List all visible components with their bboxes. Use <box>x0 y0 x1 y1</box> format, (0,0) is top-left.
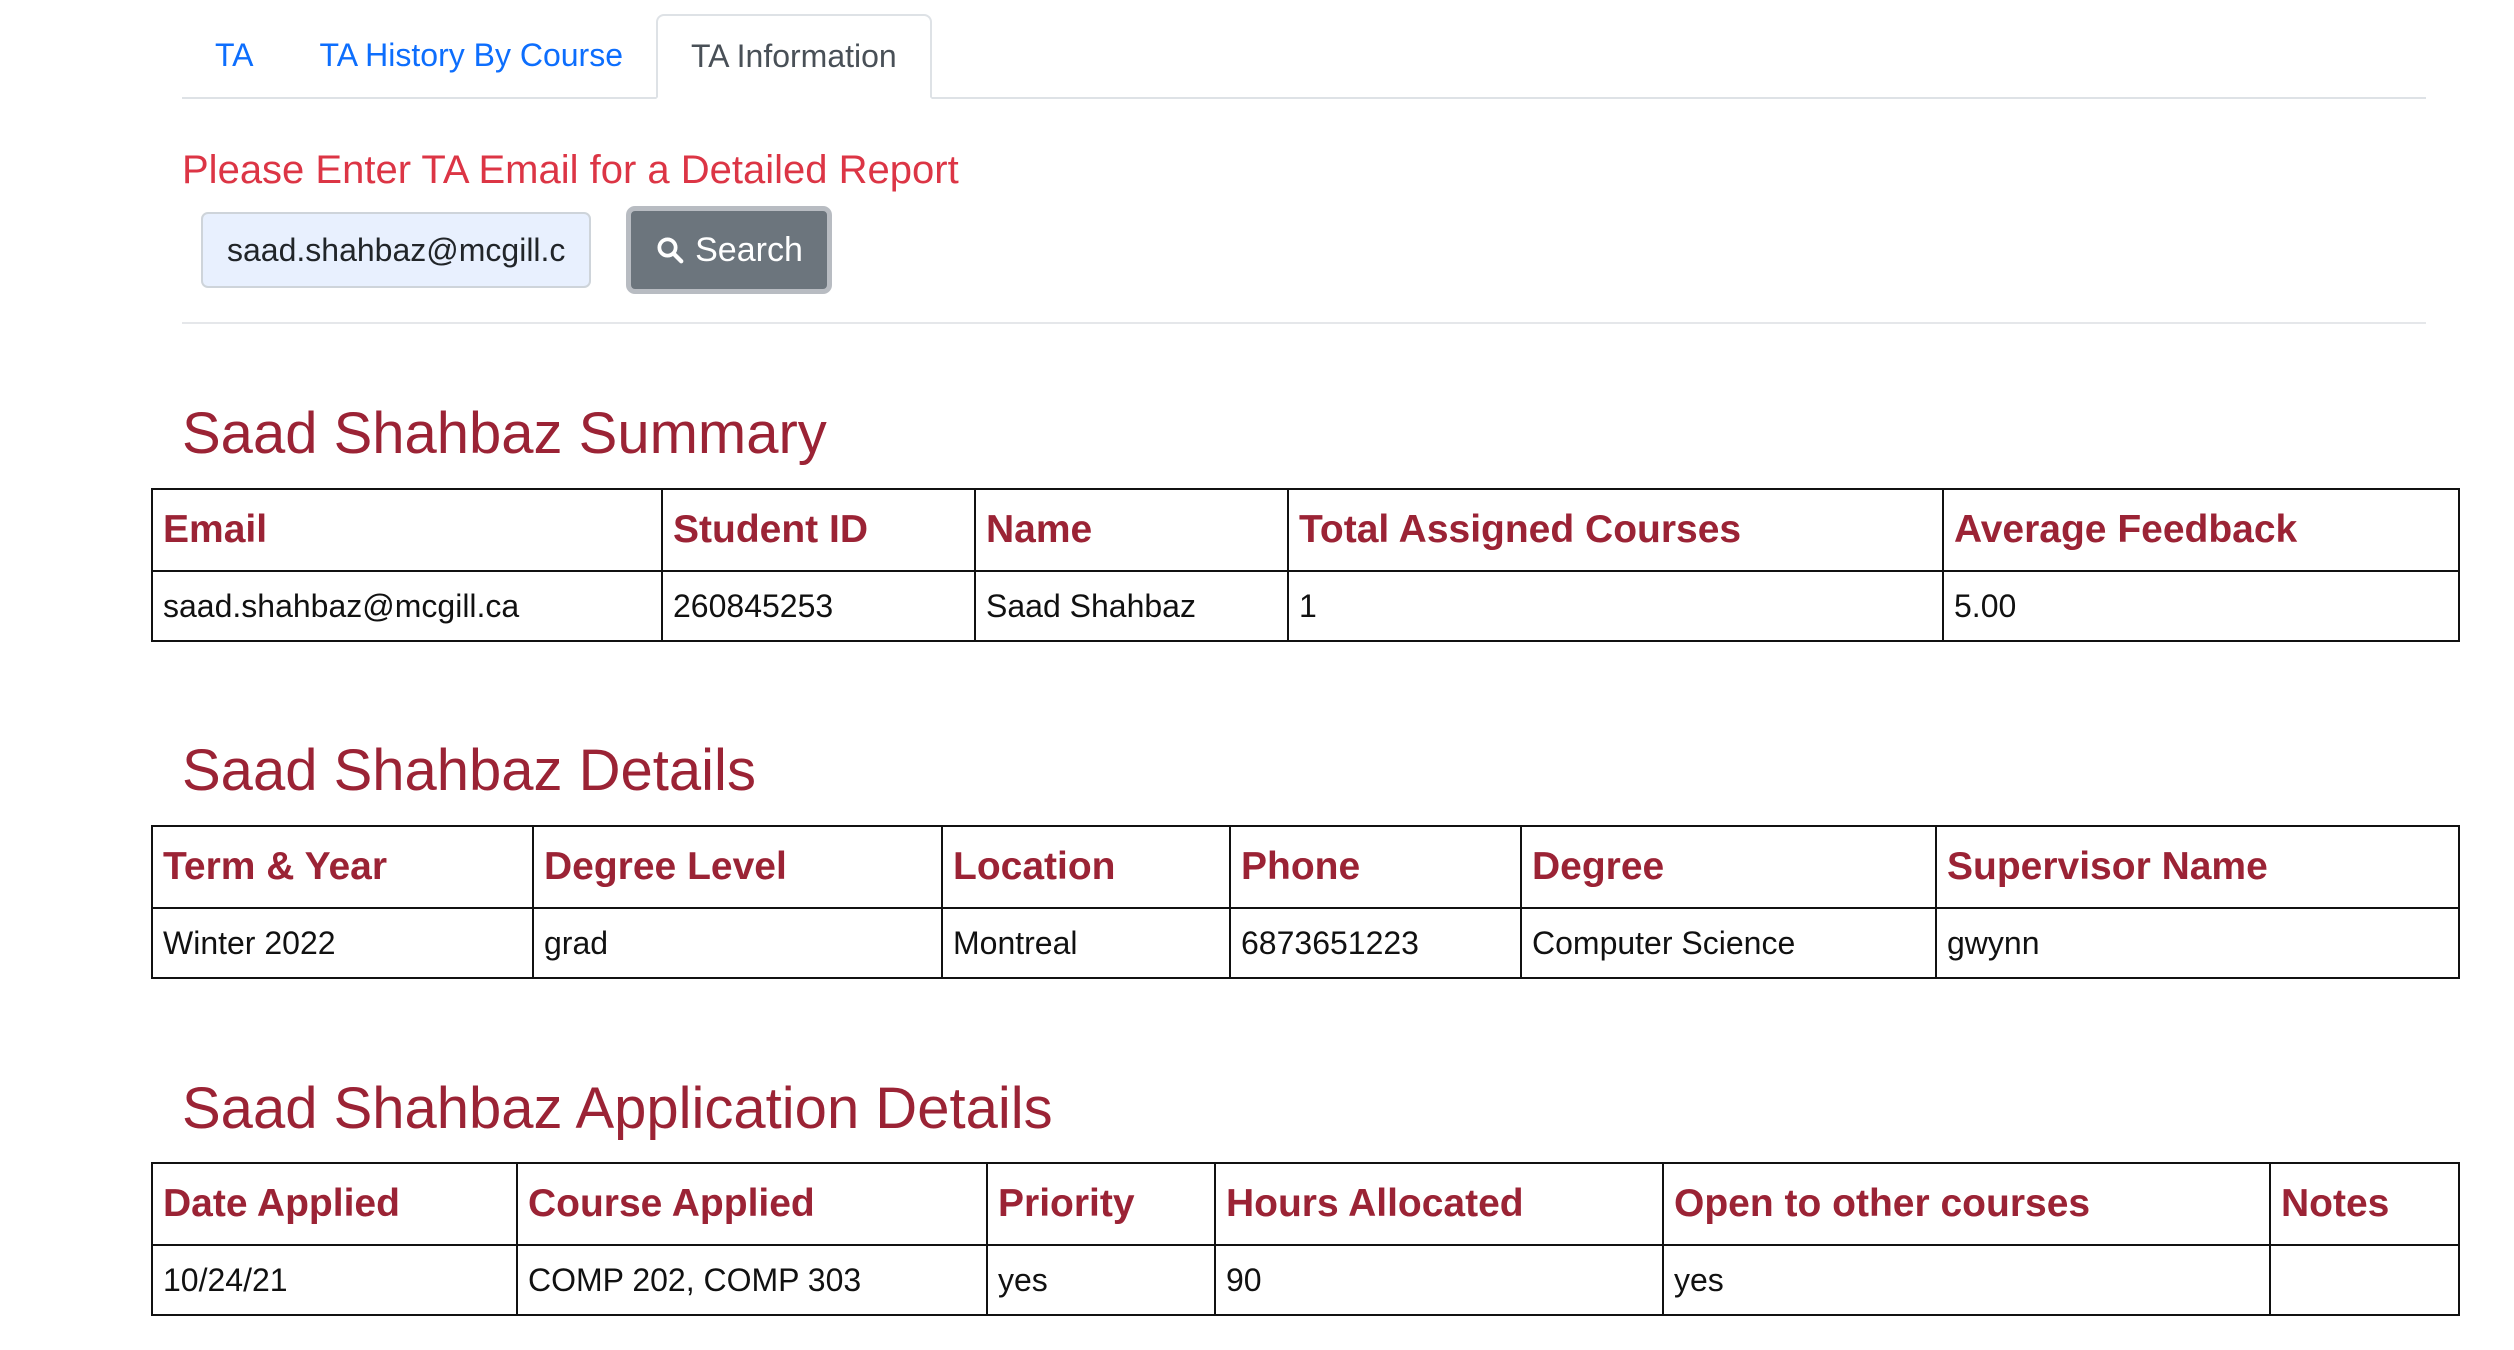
table-cell: 6873651223 <box>1229 907 1522 979</box>
table-header-row: Term & Year Degree Level Location Phone … <box>151 825 2460 909</box>
column-header: Open to other courses <box>1662 1162 2271 1246</box>
application-title: Saad Shahbaz Application Details <box>182 1076 1053 1141</box>
column-header: Student ID <box>661 488 976 572</box>
column-header: Degree Level <box>532 825 943 909</box>
table-cell: Montreal <box>941 907 1231 979</box>
tab-ta-information[interactable]: TA Information <box>656 14 932 99</box>
column-header: Term & Year <box>151 825 534 909</box>
column-header: Hours Allocated <box>1214 1162 1664 1246</box>
column-header: Email <box>151 488 663 572</box>
table-cell: 90 <box>1214 1244 1664 1316</box>
table-cell: COMP 202, COMP 303 <box>516 1244 988 1316</box>
table-cell: saad.shahbaz@mcgill.ca <box>151 570 663 642</box>
table-header-row: Date Applied Course Applied Priority Hou… <box>151 1162 2460 1246</box>
details-table: Term & Year Degree Level Location Phone … <box>151 825 2460 979</box>
email-search-input[interactable] <box>201 212 591 288</box>
table-cell: Saad Shahbaz <box>974 570 1289 642</box>
column-header: Total Assigned Courses <box>1287 488 1944 572</box>
table-cell: Computer Science <box>1520 907 1937 979</box>
column-header: Supervisor Name <box>1935 825 2460 909</box>
table-cell: 1 <box>1287 570 1944 642</box>
column-header: Location <box>941 825 1231 909</box>
table-cell: 260845253 <box>661 570 976 642</box>
table-row: 10/24/21 COMP 202, COMP 303 yes 90 yes <box>151 1244 2460 1316</box>
table-cell: 10/24/21 <box>151 1244 518 1316</box>
summary-title: Saad Shahbaz Summary <box>182 401 827 466</box>
column-header: Notes <box>2269 1162 2460 1246</box>
column-header: Average Feedback <box>1942 488 2460 572</box>
column-header: Date Applied <box>151 1162 518 1246</box>
application-table: Date Applied Course Applied Priority Hou… <box>151 1162 2460 1316</box>
details-title: Saad Shahbaz Details <box>182 738 756 803</box>
tab-ta[interactable]: TA <box>182 14 287 97</box>
column-header: Course Applied <box>516 1162 988 1246</box>
table-cell: grad <box>532 907 943 979</box>
table-row: Winter 2022 grad Montreal 6873651223 Com… <box>151 907 2460 979</box>
table-cell: gwynn <box>1935 907 2460 979</box>
tab-ta-history-by-course[interactable]: TA History By Course <box>287 14 656 97</box>
column-header: Degree <box>1520 825 1937 909</box>
table-cell: yes <box>986 1244 1216 1316</box>
table-cell: Winter 2022 <box>151 907 534 979</box>
table-row: saad.shahbaz@mcgill.ca 260845253 Saad Sh… <box>151 570 2460 642</box>
table-cell: yes <box>1662 1244 2271 1316</box>
column-header: Name <box>974 488 1289 572</box>
search-button[interactable]: Search <box>626 206 832 294</box>
nav-tabs: TA TA History By Course TA Information <box>182 14 2426 99</box>
search-button-label: Search <box>695 230 803 269</box>
table-header-row: Email Student ID Name Total Assigned Cou… <box>151 488 2460 572</box>
column-header: Priority <box>986 1162 1216 1246</box>
search-prompt: Please Enter TA Email for a Detailed Rep… <box>182 148 959 192</box>
table-cell <box>2269 1244 2460 1316</box>
divider <box>182 322 2426 324</box>
column-header: Phone <box>1229 825 1522 909</box>
search-icon <box>657 237 684 264</box>
summary-table: Email Student ID Name Total Assigned Cou… <box>151 488 2460 642</box>
table-cell: 5.00 <box>1942 570 2460 642</box>
